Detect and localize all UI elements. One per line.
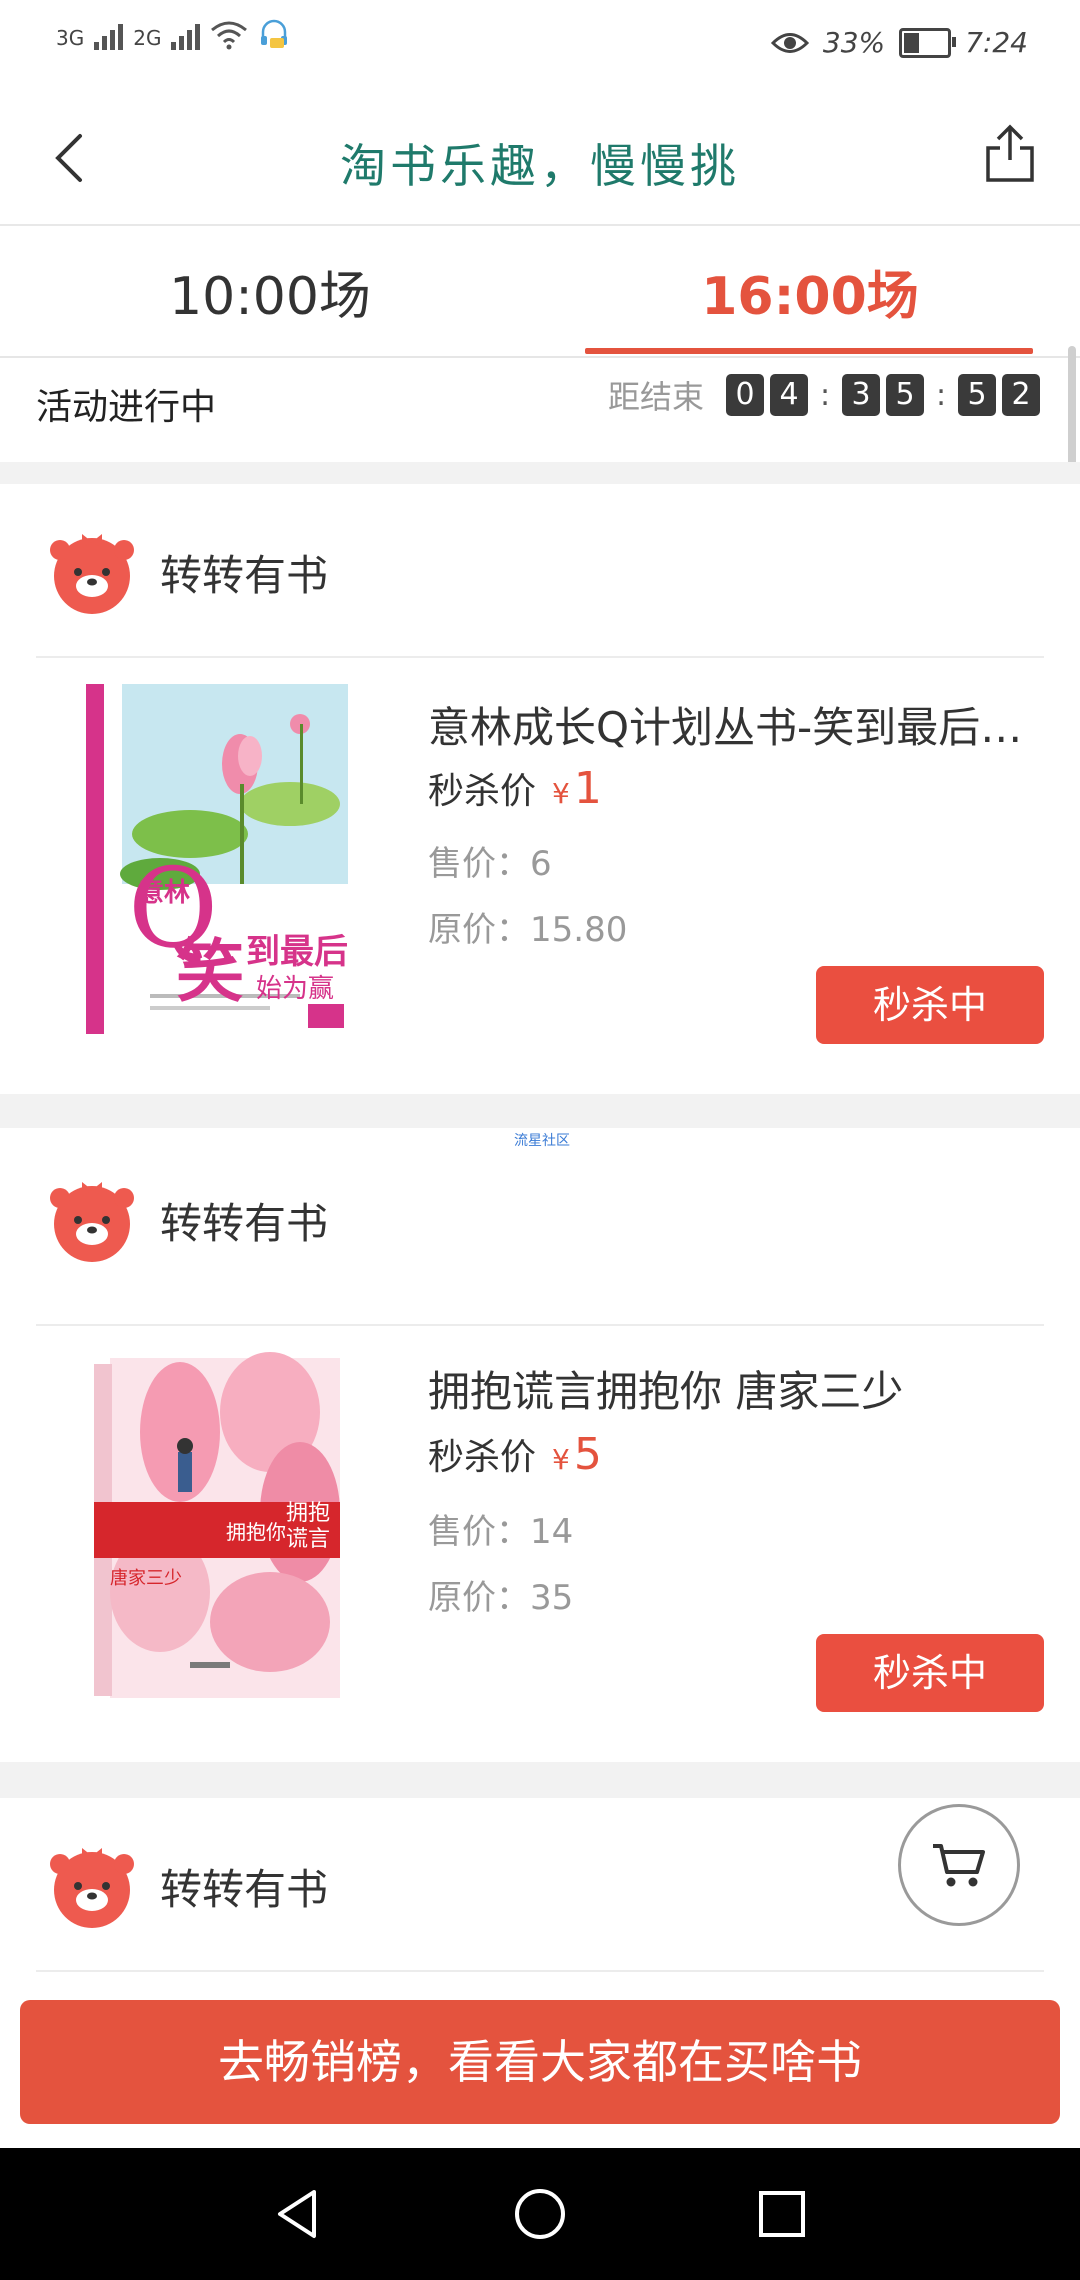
cover-title-3: 拥抱你: [226, 1520, 286, 1544]
bestseller-banner-button[interactable]: 去畅销榜，看看大家都在买啥书: [20, 2000, 1060, 2124]
countdown-digit: 4: [770, 374, 808, 416]
product-card[interactable]: 转转有书 拥抱 谎言 拥抱你 唐家三少 拥抱谎言拥抱你 唐家三少 秒杀价 ¥ 5…: [0, 1152, 1080, 1762]
seckill-price-row: 秒杀价 ¥ 1: [428, 762, 602, 814]
tab-10-00[interactable]: 10:00场: [0, 226, 540, 356]
product-title[interactable]: 意林成长Q计划丛书-笑到最后始为赢: [428, 694, 1038, 755]
sale-price: 售价：6: [428, 844, 552, 884]
countdown-label: 距结束: [607, 378, 704, 416]
share-icon[interactable]: [982, 124, 1038, 184]
countdown-separator: :: [935, 377, 947, 413]
bear-logo-icon: [50, 1848, 134, 1928]
seckill-price: 5: [573, 1429, 602, 1480]
activity-status-row: 活动进行中 距结束 0 4 : 3 5 : 5 2: [0, 358, 1080, 462]
seckill-button[interactable]: 秒杀中: [816, 966, 1044, 1044]
clock-time: 7:24: [965, 26, 1028, 59]
network-label-2: 2G: [133, 26, 162, 50]
tab-16-00[interactable]: 16:00场: [540, 226, 1080, 356]
section-divider: [0, 1094, 1080, 1128]
headset-icon: [261, 19, 288, 48]
signal-icon: [171, 24, 201, 50]
cover-subtitle: 始为赢: [256, 974, 335, 1004]
cover-big-char: 笑: [176, 933, 245, 1012]
cart-icon: [933, 1844, 985, 1887]
countdown-digit: 2: [1002, 374, 1040, 416]
product-card[interactable]: 转转有书 意林 Q 笑 到最后 始为赢 意林成长Q计划丛书-笑到最后始为赢 秒杀…: [0, 484, 1080, 1094]
seckill-price-row: 秒杀价 ¥ 5: [428, 1428, 602, 1480]
countdown-digit: 0: [726, 374, 764, 416]
eye-icon: [770, 32, 809, 53]
cover-title-rest: 到最后: [246, 932, 348, 972]
section-divider: [0, 462, 1080, 484]
system-navigation-bar: [0, 2148, 1080, 2280]
nav-back-icon[interactable]: [270, 2186, 326, 2242]
battery-percent: 33%: [822, 26, 886, 59]
cart-button[interactable]: [898, 1804, 1020, 1926]
countdown-separator: :: [819, 377, 831, 413]
nav-recents-icon[interactable]: [754, 2186, 810, 2242]
top-header: 淘书乐趣，慢慢挑: [0, 96, 1080, 226]
seckill-price: 1: [573, 763, 602, 814]
currency-symbol: ¥: [552, 1443, 570, 1476]
countdown-timer: 距结束 0 4 : 3 5 : 5 2: [608, 372, 1040, 418]
section-divider: [0, 1762, 1080, 1798]
sale-price: 售价：14: [428, 1512, 574, 1552]
watermark: 流星社区: [514, 1133, 570, 1149]
status-right: 33% 7:24: [770, 26, 1028, 59]
book-cover[interactable]: 意林 Q 笑 到最后 始为赢: [50, 684, 350, 1034]
shop-name[interactable]: 转转有书: [160, 1190, 328, 1251]
shop-name[interactable]: 转转有书: [160, 1856, 328, 1917]
network-label-1: 3G: [56, 26, 85, 50]
wifi-icon: [211, 21, 248, 50]
shop-header[interactable]: 转转有书: [36, 484, 1044, 658]
seckill-label: 秒杀价: [428, 1437, 537, 1478]
activity-status: 活动进行中: [36, 387, 217, 428]
status-bar: 3G 2G 33% 7:24: [0, 0, 1080, 96]
active-tab-indicator: [585, 348, 1033, 354]
original-price: 原价：15.80: [428, 910, 628, 950]
original-price: 原价：35: [428, 1578, 574, 1618]
shop-header[interactable]: 转转有书: [36, 1152, 1044, 1326]
seckill-button[interactable]: 秒杀中: [816, 1634, 1044, 1712]
signal-icon: [94, 24, 124, 50]
countdown-digit: 5: [958, 374, 996, 416]
bear-logo-icon: [50, 1182, 134, 1262]
currency-symbol: ¥: [552, 777, 570, 810]
cover-author: 唐家三少: [110, 1568, 182, 1589]
nav-home-icon[interactable]: [512, 2186, 568, 2242]
battery-icon: [899, 27, 957, 58]
product-title[interactable]: 拥抱谎言拥抱你 唐家三少: [428, 1358, 1038, 1419]
seckill-label: 秒杀价: [428, 771, 537, 812]
session-tabs: 10:00场 16:00场: [0, 226, 1080, 358]
shop-header[interactable]: 转转有书: [36, 1798, 1044, 1972]
bear-logo-icon: [50, 534, 134, 614]
status-left: 3G 2G: [56, 18, 290, 50]
countdown-digit: 3: [842, 374, 880, 416]
book-cover[interactable]: 拥抱 谎言 拥抱你 唐家三少: [50, 1352, 350, 1702]
page-title: 淘书乐趣，慢慢挑: [340, 139, 740, 193]
countdown-digit: 5: [886, 374, 924, 416]
shop-name[interactable]: 转转有书: [160, 542, 328, 603]
